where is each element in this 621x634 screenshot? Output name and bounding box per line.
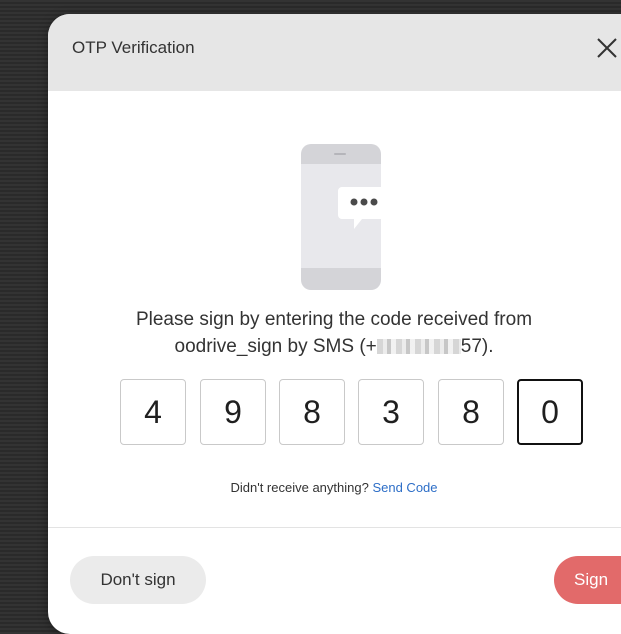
close-button[interactable] — [594, 35, 620, 61]
otp-digit-3[interactable]: 8 — [279, 379, 345, 445]
dialog-title: OTP Verification — [72, 38, 195, 57]
footer-divider — [48, 527, 621, 528]
otp-digit-2[interactable]: 9 — [200, 379, 266, 445]
otp-dialog: OTP Verification Please sign by entering… — [48, 14, 621, 634]
dialog-header: OTP Verification — [48, 14, 621, 91]
instruction-prefix: oodrive_sign by SMS (+ — [174, 336, 377, 357]
sign-button[interactable]: Sign — [554, 556, 621, 604]
otp-digit-6[interactable]: 0 — [517, 379, 583, 445]
otp-digit-1[interactable]: 4 — [120, 379, 186, 445]
send-code-link[interactable]: Send Code — [372, 480, 437, 495]
resend-row: Didn't receive anything? Send Code — [48, 480, 620, 495]
resend-prompt: Didn't receive anything? — [230, 480, 369, 495]
masked-phone-number — [376, 339, 461, 354]
otp-digit-4[interactable]: 3 — [358, 379, 424, 445]
phone-message-icon — [299, 144, 392, 299]
otp-digit-5[interactable]: 8 — [438, 379, 504, 445]
instruction-text: Please sign by entering the code receive… — [135, 309, 533, 330]
instruction-phone-line: oodrive_sign by SMS (+ 57). — [48, 336, 620, 358]
instruction-suffix: 57). — [460, 336, 494, 357]
close-icon — [597, 38, 617, 58]
dont-sign-button[interactable]: Don't sign — [70, 556, 206, 604]
